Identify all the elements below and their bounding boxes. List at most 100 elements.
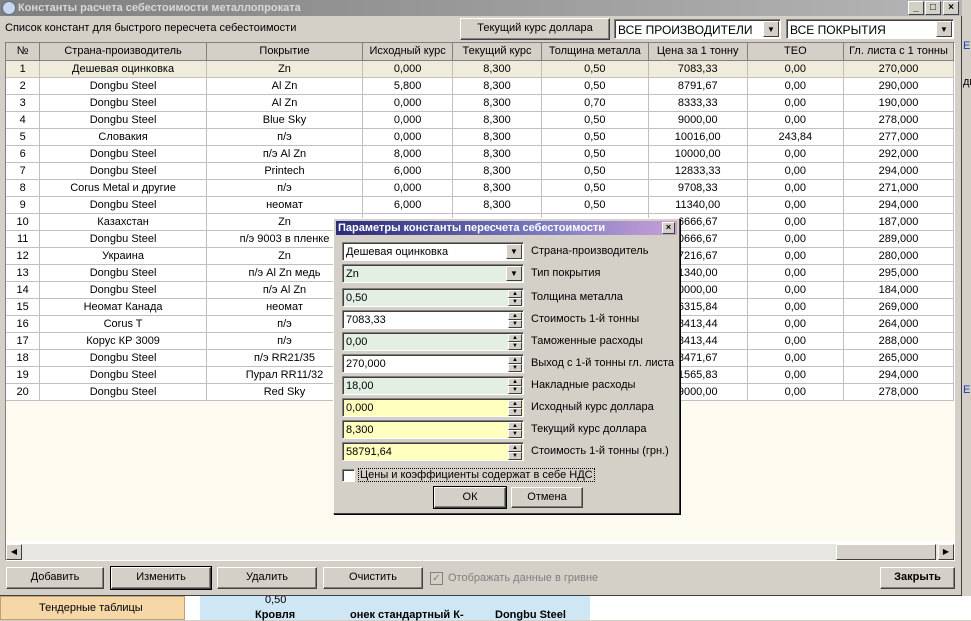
ton-cost-spin[interactable]: 7083,33 ▲ ▼ <box>342 310 524 329</box>
table-cell: 0,00 <box>747 145 845 163</box>
thickness-spin[interactable]: 0,50 ▲ ▼ <box>342 288 524 307</box>
current-rate-button[interactable]: Текущий курс доллара <box>460 18 610 40</box>
table-header: № Страна-производитель Покрытие Исходный ку… <box>6 43 954 61</box>
ok-button[interactable]: ОК <box>433 486 507 509</box>
column-header[interactable]: Цена за 1 тонну <box>648 43 748 61</box>
customs-spin[interactable]: 0,00 ▲ ▼ <box>342 332 524 351</box>
table-cell: 271,000 <box>843 179 954 197</box>
chevron-down-icon[interactable]: ▼ <box>936 21 952 37</box>
column-header[interactable]: Страна-производитель <box>39 43 207 61</box>
show-uah-label: Отображать данные в гривне <box>448 572 599 584</box>
scroll-left-icon[interactable]: ◀ <box>6 544 22 560</box>
table-cell: Dongbu Steel <box>39 349 207 367</box>
manufacturer-select[interactable]: Дешевая оцинковка ▼ <box>342 242 524 261</box>
table-cell: 278,000 <box>843 383 954 401</box>
minimize-button[interactable]: _ <box>908 1 924 15</box>
current-rate-spin[interactable]: 8,300 ▲ ▼ <box>342 420 524 439</box>
scroll-right-icon[interactable]: ▶ <box>938 544 954 560</box>
spin-arrows-icon[interactable]: ▲ ▼ <box>508 334 522 350</box>
table-cell: 8,300 <box>452 77 542 95</box>
column-header[interactable]: № <box>6 43 41 61</box>
thickness-value: 0,50 <box>346 292 368 304</box>
dialog-close-icon[interactable]: × <box>662 222 675 234</box>
initial-rate-label: Исходный курс доллара <box>531 401 654 413</box>
vat-checkbox[interactable] <box>342 469 355 482</box>
close-button[interactable]: Закрыть <box>880 567 955 589</box>
table-row[interactable]: 9 Dongbu Steel неомат 6,000 8,300 0,50 11340,0… <box>6 196 954 214</box>
chevron-down-icon[interactable]: ▼ <box>763 21 779 37</box>
table-cell: 13 <box>6 264 41 282</box>
table-cell: 4 <box>6 111 41 129</box>
table-cell: 0,00 <box>747 332 845 350</box>
horizontal-scrollbar[interactable]: ◀ ▶ <box>6 544 954 560</box>
spin-arrows-icon[interactable]: ▲ ▼ <box>508 312 522 328</box>
column-header[interactable]: ТЕО <box>747 43 845 61</box>
table-cell: Dongbu Steel <box>39 162 207 180</box>
close-window-button[interactable]: × <box>943 1 959 15</box>
table-cell: 9000,00 <box>648 111 748 129</box>
delete-button[interactable]: Удалить <box>217 567 317 589</box>
table-cell: 278,000 <box>843 111 954 129</box>
background-edge-text: дк <box>963 76 971 88</box>
edit-button[interactable]: Изменить <box>110 566 212 590</box>
initial-rate-value: 0,000 <box>346 402 374 414</box>
spin-arrows-icon[interactable]: ▲ ▼ <box>508 422 522 438</box>
table-cell: Словакия <box>39 128 207 146</box>
table-cell: 16 <box>6 315 41 333</box>
cancel-button[interactable]: Отмена <box>511 487 583 508</box>
table-row[interactable]: 3 Dongbu Steel Al Zn 0,000 8,300 0,70 8333,33 0… <box>6 94 954 112</box>
table-row[interactable]: 6 Dongbu Steel п/э Al Zn 8,000 8,300 0,50 1000… <box>6 145 954 163</box>
overhead-spin[interactable]: 18,00 ▲ ▼ <box>342 376 524 395</box>
table-cell: 0,50 <box>541 77 649 95</box>
dialog-title: Параметры константы пересчета себестоимо… <box>338 222 606 234</box>
table-cell: 0,000 <box>362 179 454 197</box>
app-icon <box>2 1 16 15</box>
show-uah-checkbox[interactable]: ✓ <box>430 572 443 585</box>
manufacturer-filter-select[interactable]: ВСЕ ПРОИЗВОДИТЕЛИ ▼ <box>614 19 781 39</box>
column-header[interactable]: Покрытие <box>206 43 364 61</box>
table-cell: Al Zn <box>206 94 364 112</box>
coating-filter-select[interactable]: ВСЕ ПОКРЫТИЯ ▼ <box>786 19 954 39</box>
column-header[interactable]: Исходный курс <box>362 43 454 61</box>
table-cell: 0,70 <box>541 94 649 112</box>
table-row[interactable]: 4 Dongbu Steel Blue Sky 0,000 8,300 0,50 9000,… <box>6 111 954 129</box>
table-row[interactable]: 7 Dongbu Steel Printech 6,000 8,300 0,50 12833… <box>6 162 954 180</box>
table-row[interactable]: 2 Dongbu Steel Al Zn 5,800 8,300 0,50 8791,67 0… <box>6 77 954 95</box>
coating-type-select[interactable]: Zn ▼ <box>342 264 524 283</box>
current-rate-value: 8,300 <box>346 424 374 436</box>
vat-checkbox-label: Цены и коэффициенты содержат в себе НДС <box>358 468 595 482</box>
ton-cost-label: Стоимость 1-й тонны <box>531 313 640 325</box>
tender-tables-tab[interactable]: Тендерные таблицы <box>0 596 185 620</box>
table-cell: Zn <box>206 60 364 78</box>
maximize-button[interactable]: □ <box>925 1 941 15</box>
spin-arrows-icon[interactable]: ▲ ▼ <box>508 378 522 394</box>
clear-button[interactable]: Очистить <box>323 567 423 589</box>
column-header[interactable]: Гл. листа с 1 тонны <box>843 43 954 61</box>
manufacturer-label: Страна-производитель <box>531 245 649 257</box>
manufacturer-filter-value: ВСЕ ПРОИЗВОДИТЕЛИ <box>618 23 753 37</box>
table-cell: 8,300 <box>452 94 542 112</box>
table-row[interactable]: 5 Словакия п/э 0,000 8,300 0,50 10016,00 243,84… <box>6 128 954 146</box>
column-header[interactable]: Толщина металла <box>541 43 649 61</box>
scroll-thumb[interactable] <box>836 544 936 560</box>
ton-cost-uah-spin[interactable]: 58791,64 ▲ ▼ <box>342 442 524 461</box>
spin-arrows-icon[interactable]: ▲ ▼ <box>508 400 522 416</box>
spin-arrows-icon[interactable]: ▲ ▼ <box>508 356 522 372</box>
chevron-down-icon[interactable]: ▼ <box>506 266 522 281</box>
yield-spin[interactable]: 270,000 ▲ ▼ <box>342 354 524 373</box>
table-row[interactable]: 1 Дешевая оцинковка Zn 0,000 8,300 0,50 7083,3… <box>6 60 954 78</box>
table-cell: Дешевая оцинковка <box>39 60 207 78</box>
table-cell: 0,00 <box>747 281 845 299</box>
background-edge-text: Е <box>963 384 971 396</box>
add-button[interactable]: Добавить <box>6 567 104 589</box>
initial-rate-spin[interactable]: 0,000 ▲ ▼ <box>342 398 524 417</box>
column-header[interactable]: Текущий курс <box>452 43 542 61</box>
overhead-value: 18,00 <box>346 380 374 392</box>
chevron-down-icon[interactable]: ▼ <box>506 244 522 259</box>
spin-arrows-icon[interactable]: ▲ ▼ <box>508 444 522 460</box>
table-cell: 0,00 <box>747 111 845 129</box>
table-cell: 0,50 <box>541 196 649 214</box>
spin-arrows-icon[interactable]: ▲ ▼ <box>508 290 522 306</box>
coating-type-label: Тип покрытия <box>531 267 601 279</box>
table-row[interactable]: 8 Corus Metal и другие п/э 0,000 8,300 0,50 97… <box>6 179 954 197</box>
